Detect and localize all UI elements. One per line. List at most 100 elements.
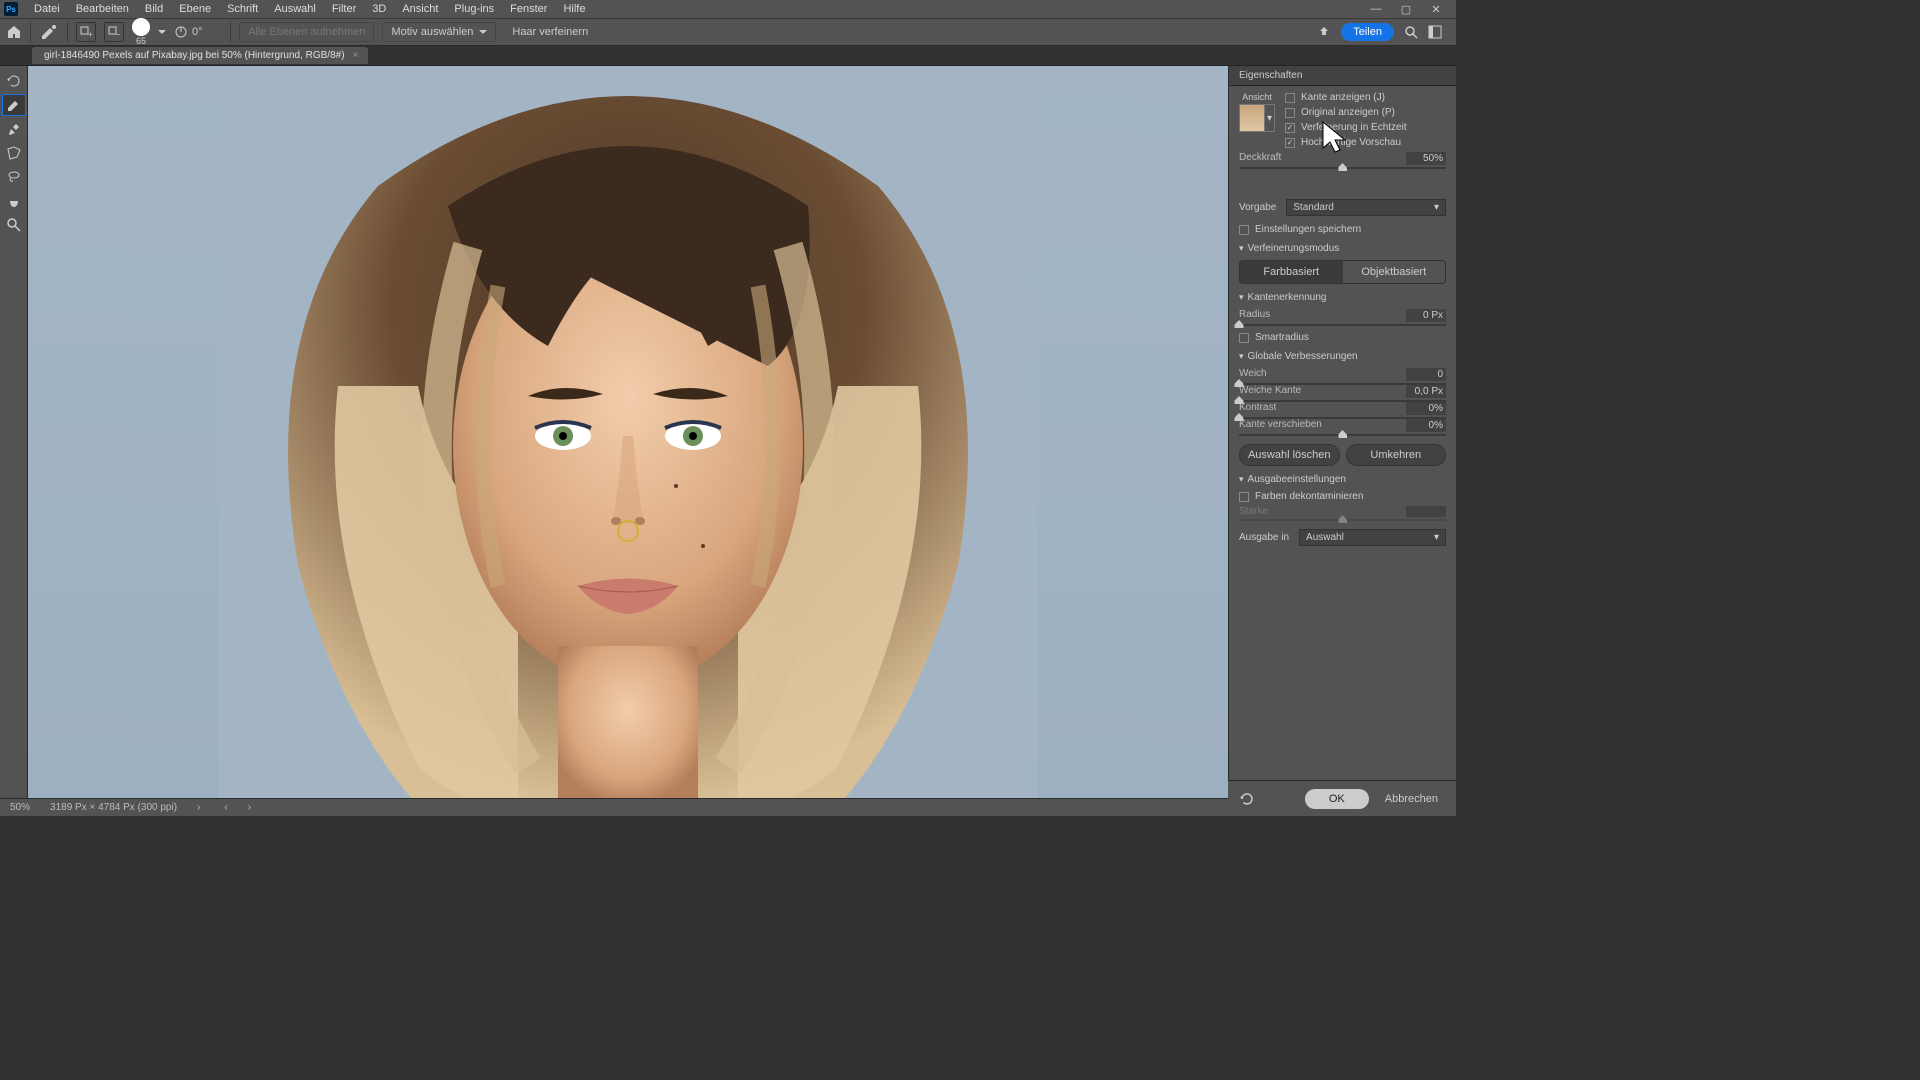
options-bar: + − 65 Alle Ebenen aufnehmen Motiv auswä… (0, 18, 1456, 46)
radius-slider[interactable] (1239, 324, 1446, 326)
shift-edge-label: Kante verschieben (1239, 419, 1322, 432)
opacity-value[interactable]: 50% (1406, 152, 1446, 165)
workspace-icon[interactable] (1428, 25, 1442, 39)
save-settings-label: Einstellungen speichern (1255, 224, 1361, 235)
ok-button[interactable]: OK (1305, 789, 1369, 809)
angle-control[interactable] (174, 25, 222, 39)
brush-dropdown-icon[interactable] (158, 28, 166, 36)
shift-edge-slider[interactable] (1239, 434, 1446, 436)
polygon-lasso-icon[interactable] (2, 142, 26, 164)
clear-selection-button[interactable]: Auswahl löschen (1239, 444, 1340, 466)
save-settings-checkbox[interactable] (1239, 225, 1249, 235)
share-button[interactable]: Teilen (1341, 23, 1394, 41)
minimize-icon[interactable]: — (1370, 3, 1382, 15)
strength-slider (1239, 519, 1446, 521)
contrast-value[interactable]: 0% (1406, 402, 1446, 415)
quick-select-icon[interactable] (39, 22, 59, 42)
cloud-docs-icon[interactable] (1317, 25, 1331, 39)
output-to-label: Ausgabe in (1239, 532, 1289, 543)
chevron-down-icon: ▾ (1239, 474, 1244, 485)
status-chevron-right-icon[interactable]: › (197, 802, 200, 813)
view-thumbnail[interactable] (1239, 104, 1265, 132)
hand-tool-icon[interactable] (2, 190, 26, 212)
main-area: Eigenschaften Ansicht ▾ Kante anzeigen (… (0, 66, 1456, 798)
feather-slider[interactable] (1239, 400, 1446, 402)
menu-fenster[interactable]: Fenster (502, 1, 555, 17)
chevron-down-icon: ▾ (1239, 243, 1244, 254)
radius-value[interactable]: 0 Px (1406, 309, 1446, 322)
smooth-slider[interactable] (1239, 383, 1446, 385)
menu-schrift[interactable]: Schrift (219, 1, 266, 17)
object-based-button[interactable]: Objektbasiert (1343, 261, 1446, 283)
menubar-left: Ps Datei Bearbeiten Bild Ebene Schrift A… (4, 1, 593, 17)
tab-close-icon[interactable]: × (353, 50, 359, 61)
add-to-selection-icon[interactable]: + (76, 22, 96, 42)
subtract-selection-icon[interactable]: − (104, 22, 124, 42)
document-canvas[interactable] (28, 66, 1228, 798)
zoom-tool-icon[interactable] (2, 214, 26, 236)
shift-edge-value[interactable]: 0% (1406, 419, 1446, 432)
document-tab-bar: girl-1846490 Pexels auf Pixabay.jpg bei … (0, 46, 1456, 66)
realtime-checkbox[interactable] (1285, 123, 1295, 133)
decontaminate-checkbox[interactable] (1239, 492, 1249, 502)
rotate-view-tool-icon[interactable] (2, 70, 26, 92)
angle-input[interactable] (192, 26, 222, 38)
global-section[interactable]: ▾Globale Verbesserungen (1239, 351, 1446, 362)
document-dimensions: 3189 Px × 4784 Px (300 ppi) (50, 802, 177, 813)
output-section[interactable]: ▾ Ausgabeeinstellungen (1239, 474, 1446, 485)
smooth-value[interactable]: 0 (1406, 368, 1446, 381)
chevron-down-icon: ▾ (1434, 532, 1439, 543)
close-icon[interactable]: ✕ (1430, 3, 1442, 15)
brush-tool-icon[interactable] (2, 118, 26, 140)
refine-hair-button[interactable]: Haar verfeinern (504, 23, 596, 41)
cancel-button[interactable]: Abbrechen (1377, 789, 1446, 809)
brush-size-control[interactable]: 65 (132, 18, 150, 46)
smart-radius-checkbox[interactable] (1239, 333, 1249, 343)
output-settings-label: Ausgabeeinstellungen (1248, 474, 1346, 485)
reset-icon[interactable] (1238, 790, 1256, 808)
lasso-tool-icon[interactable] (2, 166, 26, 188)
quick-select-brush-icon[interactable] (2, 94, 26, 116)
status-nav-right-icon[interactable]: › (248, 802, 251, 813)
home-icon[interactable] (6, 24, 22, 40)
menu-bearbeiten[interactable]: Bearbeiten (68, 1, 137, 17)
select-subject-button[interactable]: Motiv auswählen (382, 22, 496, 42)
color-based-button[interactable]: Farbbasiert (1240, 261, 1343, 283)
view-label: Ansicht (1242, 92, 1272, 102)
menu-filter[interactable]: Filter (324, 1, 364, 17)
canvas-area[interactable] (28, 66, 1228, 798)
zoom-level[interactable]: 50% (10, 802, 30, 813)
show-original-checkbox[interactable] (1285, 108, 1295, 118)
edge-detect-section[interactable]: ▾Kantenerkennung (1239, 292, 1446, 303)
menu-bild[interactable]: Bild (137, 1, 171, 17)
window-controls: — ▢ ✕ (1370, 3, 1452, 15)
maximize-icon[interactable]: ▢ (1400, 3, 1412, 15)
menu-ebene[interactable]: Ebene (171, 1, 219, 17)
menubar: Ps Datei Bearbeiten Bild Ebene Schrift A… (0, 0, 1456, 18)
feather-value[interactable]: 0,0 Px (1406, 385, 1446, 398)
menu-hilfe[interactable]: Hilfe (555, 1, 593, 17)
output-to-select[interactable]: Auswahl▾ (1299, 529, 1446, 546)
chevron-down-icon (479, 28, 487, 36)
menu-3d[interactable]: 3D (364, 1, 394, 17)
contrast-slider[interactable] (1239, 417, 1446, 419)
opacity-slider[interactable] (1239, 167, 1446, 169)
refine-mode-section[interactable]: ▾ Verfeinerungsmodus (1239, 243, 1446, 254)
menu-auswahl[interactable]: Auswahl (266, 1, 324, 17)
invert-button[interactable]: Umkehren (1346, 444, 1447, 466)
properties-tab[interactable]: Eigenschaften (1229, 66, 1456, 86)
menu-plugins[interactable]: Plug-ins (446, 1, 502, 17)
show-edge-checkbox[interactable] (1285, 93, 1295, 103)
menu-datei[interactable]: Datei (26, 1, 68, 17)
menu-ansicht[interactable]: Ansicht (394, 1, 446, 17)
refine-mode-toggle: Farbbasiert Objektbasiert (1239, 260, 1446, 284)
status-nav-left-icon[interactable]: ‹ (224, 802, 227, 813)
chevron-down-icon: ▾ (1239, 351, 1244, 362)
refine-mode-label: Verfeinerungsmodus (1248, 243, 1340, 254)
document-tab[interactable]: girl-1846490 Pexels auf Pixabay.jpg bei … (32, 47, 368, 64)
preset-select[interactable]: Standard▾ (1286, 199, 1446, 216)
search-icon[interactable] (1404, 25, 1418, 39)
smooth-label: Weich (1239, 368, 1267, 381)
hq-preview-checkbox[interactable] (1285, 138, 1295, 148)
view-dropdown-icon[interactable]: ▾ (1265, 104, 1275, 132)
